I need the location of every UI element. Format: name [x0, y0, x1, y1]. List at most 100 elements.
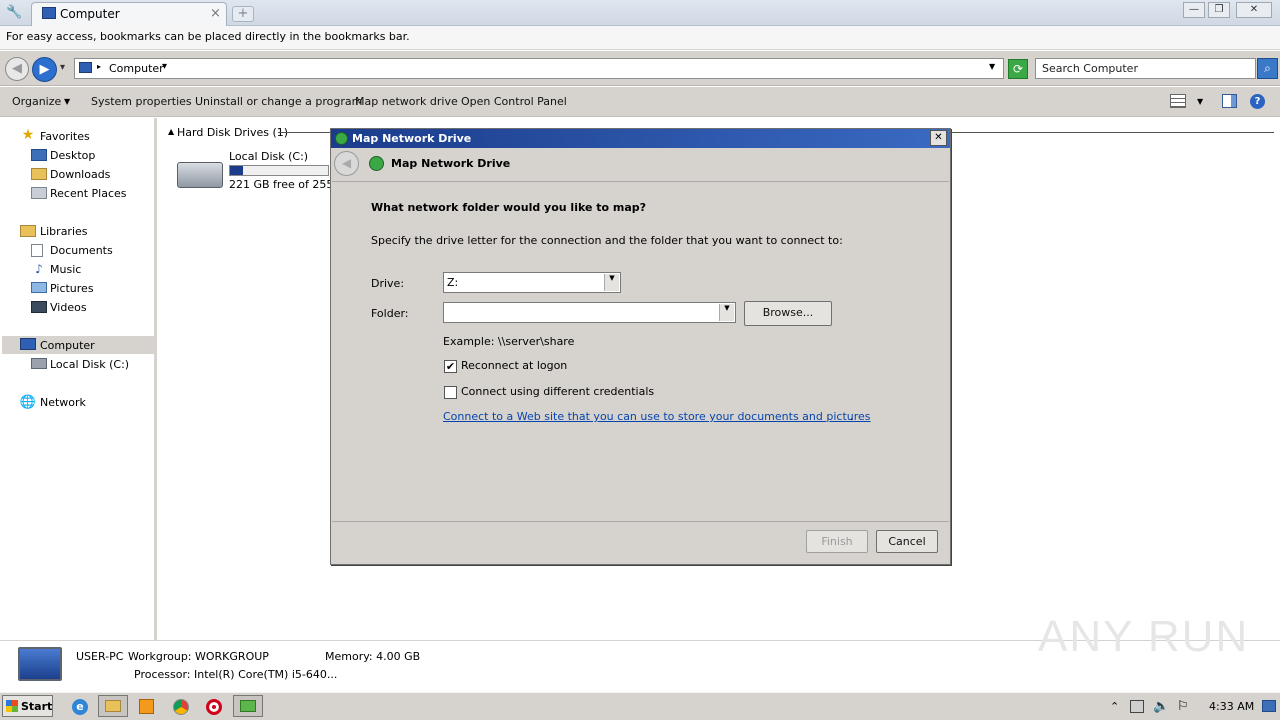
bookmarks-bar: For easy access, bookmarks can be placed… — [0, 26, 1280, 50]
group-header: Hard Disk Drives (1) — [177, 126, 289, 139]
drive-icon[interactable] — [177, 162, 223, 188]
command-bar — [0, 87, 1280, 117]
documents-icon — [31, 244, 43, 257]
computer-icon — [79, 62, 92, 73]
wrench-icon[interactable]: 🔧 — [6, 5, 22, 21]
sidebar-item-local-disk[interactable]: Local Disk (C:) — [50, 358, 129, 371]
sidebar-item-downloads[interactable]: Downloads — [50, 168, 110, 181]
tray-expand-icon[interactable]: ⌃ — [1110, 700, 1119, 713]
browse-button[interactable]: Browse... — [744, 301, 832, 326]
drive-free-space: 221 GB free of 255 G — [229, 178, 330, 191]
folder-input[interactable]: ▼ — [443, 302, 736, 323]
star-icon: ★ — [21, 127, 35, 143]
recent-places-icon — [31, 187, 47, 199]
start-button[interactable]: Start — [2, 695, 53, 717]
network-drive-icon — [335, 132, 348, 145]
sidebar-item-pictures[interactable]: Pictures — [50, 282, 94, 295]
dialog-header: Map Network Drive — [391, 157, 511, 170]
organize-chevron-icon[interactable]: ▼ — [64, 97, 70, 106]
navigation-pane: ★ Favorites Desktop Downloads Recent Pla… — [0, 118, 157, 640]
open-control-panel-button[interactable]: Open Control Panel — [461, 95, 567, 108]
forward-button[interactable]: ▶ — [32, 57, 57, 82]
sidebar-item-favorites[interactable]: Favorites — [40, 130, 90, 143]
tab-title: Computer — [60, 7, 120, 21]
reconnect-label[interactable]: Reconnect at logon — [461, 359, 567, 372]
close-window-button[interactable]: ✕ — [1236, 2, 1272, 18]
search-input[interactable]: Search Computer — [1035, 58, 1256, 79]
tab-close-icon[interactable]: × — [210, 6, 221, 21]
clock[interactable]: 4:33 AM — [1209, 700, 1254, 713]
bookmarks-message: For easy access, bookmarks can be placed… — [6, 30, 410, 43]
folder-dropdown-chevron-icon[interactable]: ▼ — [719, 304, 734, 321]
address-label-chevron-icon[interactable]: ▾ — [162, 61, 167, 72]
dialog-close-button[interactable]: ✕ — [930, 130, 947, 146]
back-button[interactable]: ◀ — [5, 57, 29, 81]
browser-tab[interactable]: Computer × — [31, 2, 227, 26]
drive-select-value: Z: — [447, 276, 459, 289]
processor: Processor: Intel(R) Core(TM) i5-640... — [134, 668, 338, 681]
pc-name: USER-PC — [76, 650, 124, 663]
internet-explorer-icon[interactable]: e — [72, 699, 88, 715]
network-icon: 🌐 — [19, 394, 37, 410]
address-label[interactable]: Computer — [109, 62, 164, 75]
drive-select-chevron-icon[interactable]: ▼ — [604, 274, 619, 291]
windows-logo-icon — [6, 700, 18, 712]
drive-usage-fill — [230, 166, 243, 175]
cancel-button[interactable]: Cancel — [876, 530, 938, 553]
network-tray-icon[interactable] — [1130, 700, 1144, 713]
opera-icon[interactable] — [206, 699, 222, 715]
group-collapse-icon[interactable]: ▲ — [168, 127, 174, 136]
recent-pages-chevron-icon[interactable]: ▾ — [60, 62, 65, 73]
sidebar-item-recent-places[interactable]: Recent Places — [50, 187, 127, 200]
credentials-label[interactable]: Connect using different credentials — [461, 385, 654, 398]
green-tool-icon — [240, 700, 256, 712]
reconnect-checkbox[interactable]: ✔ — [444, 360, 457, 373]
computer-large-icon — [18, 647, 62, 681]
minimize-button[interactable]: — — [1183, 2, 1205, 18]
media-player-icon[interactable] — [139, 699, 154, 714]
sidebar-item-videos[interactable]: Videos — [50, 301, 87, 314]
help-icon[interactable]: ? — [1250, 94, 1265, 109]
restore-button[interactable]: ❐ — [1208, 2, 1230, 18]
watermark: ANY RUN — [1038, 612, 1250, 661]
forward-arrow-icon: ▶ — [39, 62, 50, 77]
drive-usage-bar — [229, 165, 329, 176]
sidebar-item-network[interactable]: Network — [40, 396, 86, 409]
network-drive-header-icon — [369, 156, 384, 171]
dialog-instructions: Specify the drive letter for the connect… — [371, 234, 843, 247]
drive-name[interactable]: Local Disk (C:) — [229, 150, 308, 163]
finish-button[interactable]: Finish — [806, 530, 868, 553]
sidebar-item-libraries[interactable]: Libraries — [40, 225, 88, 238]
sidebar-item-documents[interactable]: Documents — [50, 244, 113, 257]
action-center-flag-icon[interactable]: ⚐ — [1177, 699, 1189, 714]
drive-select[interactable]: Z: ▼ — [443, 272, 621, 293]
address-dropdown-icon[interactable]: ▼ — [989, 62, 995, 71]
view-options-icon[interactable] — [1170, 94, 1186, 108]
refresh-icon[interactable]: ⟳ — [1008, 59, 1028, 79]
libraries-icon — [20, 225, 36, 237]
show-desktop-icon[interactable] — [1262, 700, 1276, 712]
sidebar-item-desktop[interactable]: Desktop — [50, 149, 95, 162]
system-properties-button[interactable]: System properties — [91, 95, 192, 108]
breadcrumb-arrow-icon[interactable]: ▸ — [97, 62, 101, 71]
sidebar-item-music[interactable]: Music — [50, 263, 81, 276]
web-site-link[interactable]: Connect to a Web site that you can use t… — [443, 410, 871, 423]
new-tab-button[interactable]: + — [232, 6, 254, 22]
address-bar[interactable]: ▸ Computer ▾ ▼ — [74, 58, 1004, 79]
credentials-checkbox[interactable] — [444, 386, 457, 399]
uninstall-program-button[interactable]: Uninstall or change a program — [195, 95, 362, 108]
workgroup: Workgroup: WORKGROUP — [128, 650, 269, 663]
chrome-icon[interactable] — [173, 699, 189, 715]
map-network-drive-button[interactable]: Map network drive — [355, 95, 458, 108]
dialog-body — [332, 181, 949, 522]
downloads-folder-icon — [31, 168, 47, 180]
dialog-back-icon[interactable]: ◀ — [334, 151, 359, 176]
dialog-title: Map Network Drive — [352, 132, 472, 145]
view-chevron-icon[interactable]: ▼ — [1197, 97, 1203, 106]
sidebar-item-computer[interactable]: Computer — [40, 339, 95, 352]
volume-icon[interactable]: 🔈 — [1153, 699, 1169, 714]
start-label: Start — [21, 700, 53, 713]
organize-button[interactable]: Organize — [12, 95, 61, 108]
preview-pane-icon[interactable] — [1222, 94, 1237, 108]
search-icon[interactable]: ⌕ — [1257, 58, 1278, 79]
